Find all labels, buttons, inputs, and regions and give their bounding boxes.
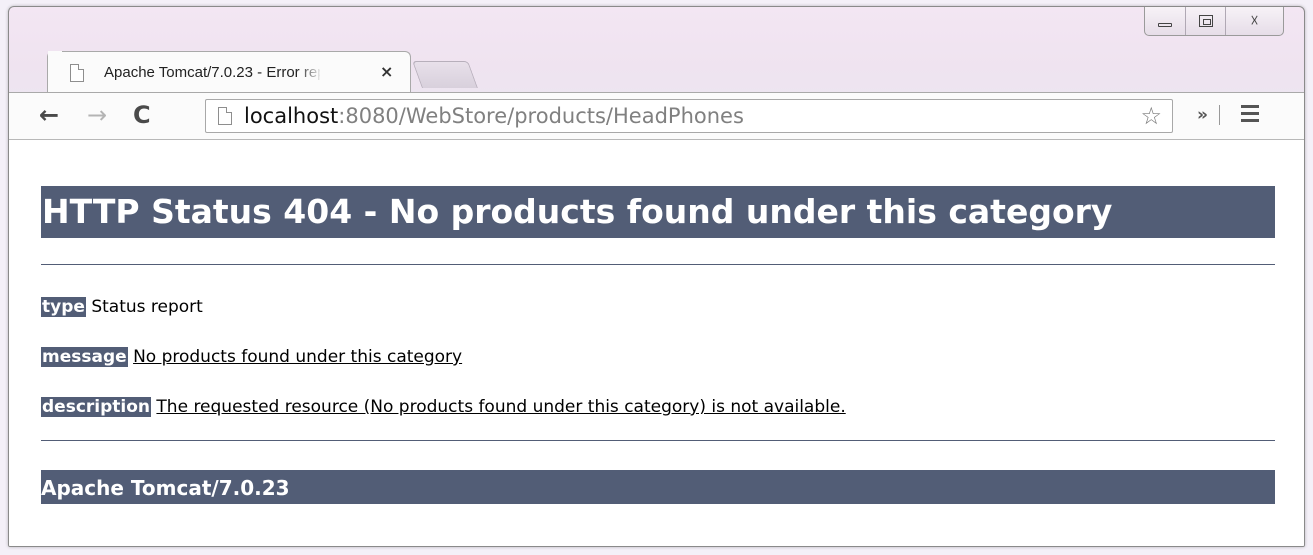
tab-title: Apache Tomcat/7.0.23 - Error report: [104, 64, 320, 81]
close-window-button[interactable]: ☓: [1225, 7, 1283, 35]
new-tab-button[interactable]: [412, 61, 478, 88]
window-controls: ☓: [1144, 7, 1284, 36]
page-title: HTTP Status 404 - No products found unde…: [41, 186, 1275, 238]
divider: [41, 440, 1275, 441]
url-path: :8080/WebStore/products/HeadPhones: [338, 104, 744, 128]
restore-icon: [1198, 15, 1213, 27]
extensions-overflow-icon[interactable]: »: [1197, 105, 1208, 125]
type-value: Status report: [91, 297, 203, 317]
reload-icon[interactable]: C: [133, 101, 151, 129]
page-content: HTTP Status 404 - No products found unde…: [9, 140, 1304, 546]
divider: [41, 264, 1275, 265]
description-row: description The requested resource (No p…: [41, 396, 846, 418]
bookmark-star-icon[interactable]: ☆: [1140, 102, 1162, 130]
url-text[interactable]: localhost:8080/WebStore/products/HeadPho…: [244, 103, 744, 129]
message-row: message No products found under this cat…: [41, 346, 462, 368]
type-row: type Status report: [41, 296, 203, 318]
close-icon: ☓: [1250, 11, 1259, 30]
forward-icon[interactable]: →: [87, 101, 107, 129]
page-icon: [70, 64, 84, 82]
description-label: description: [41, 397, 152, 417]
menu-icon[interactable]: [1241, 105, 1259, 123]
browser-window: ☓ Apache Tomcat/7.0.23 - Error report × …: [8, 6, 1305, 547]
message-label: message: [41, 347, 128, 367]
url-host: localhost: [244, 104, 339, 128]
toolbar: ← → C localhost:8080/WebStore/products/H…: [9, 92, 1304, 140]
tab-title-fade: [298, 60, 322, 86]
browser-tab[interactable]: Apache Tomcat/7.0.23 - Error report ×: [47, 51, 411, 93]
address-bar[interactable]: localhost:8080/WebStore/products/HeadPho…: [205, 99, 1173, 133]
maximize-button[interactable]: [1185, 7, 1225, 35]
screen: ☓ Apache Tomcat/7.0.23 - Error report × …: [0, 0, 1313, 555]
minimize-button[interactable]: [1145, 7, 1185, 35]
toolbar-divider: [1219, 105, 1220, 125]
message-value: No products found under this category: [133, 347, 463, 367]
page-info-icon[interactable]: [218, 107, 232, 125]
description-value: The requested resource (No products foun…: [156, 397, 846, 417]
minimize-icon: [1158, 23, 1172, 27]
type-label: type: [41, 297, 86, 317]
back-icon[interactable]: ←: [39, 101, 59, 129]
server-footer: Apache Tomcat/7.0.23: [41, 470, 1275, 504]
tab-close-icon[interactable]: ×: [380, 62, 393, 81]
